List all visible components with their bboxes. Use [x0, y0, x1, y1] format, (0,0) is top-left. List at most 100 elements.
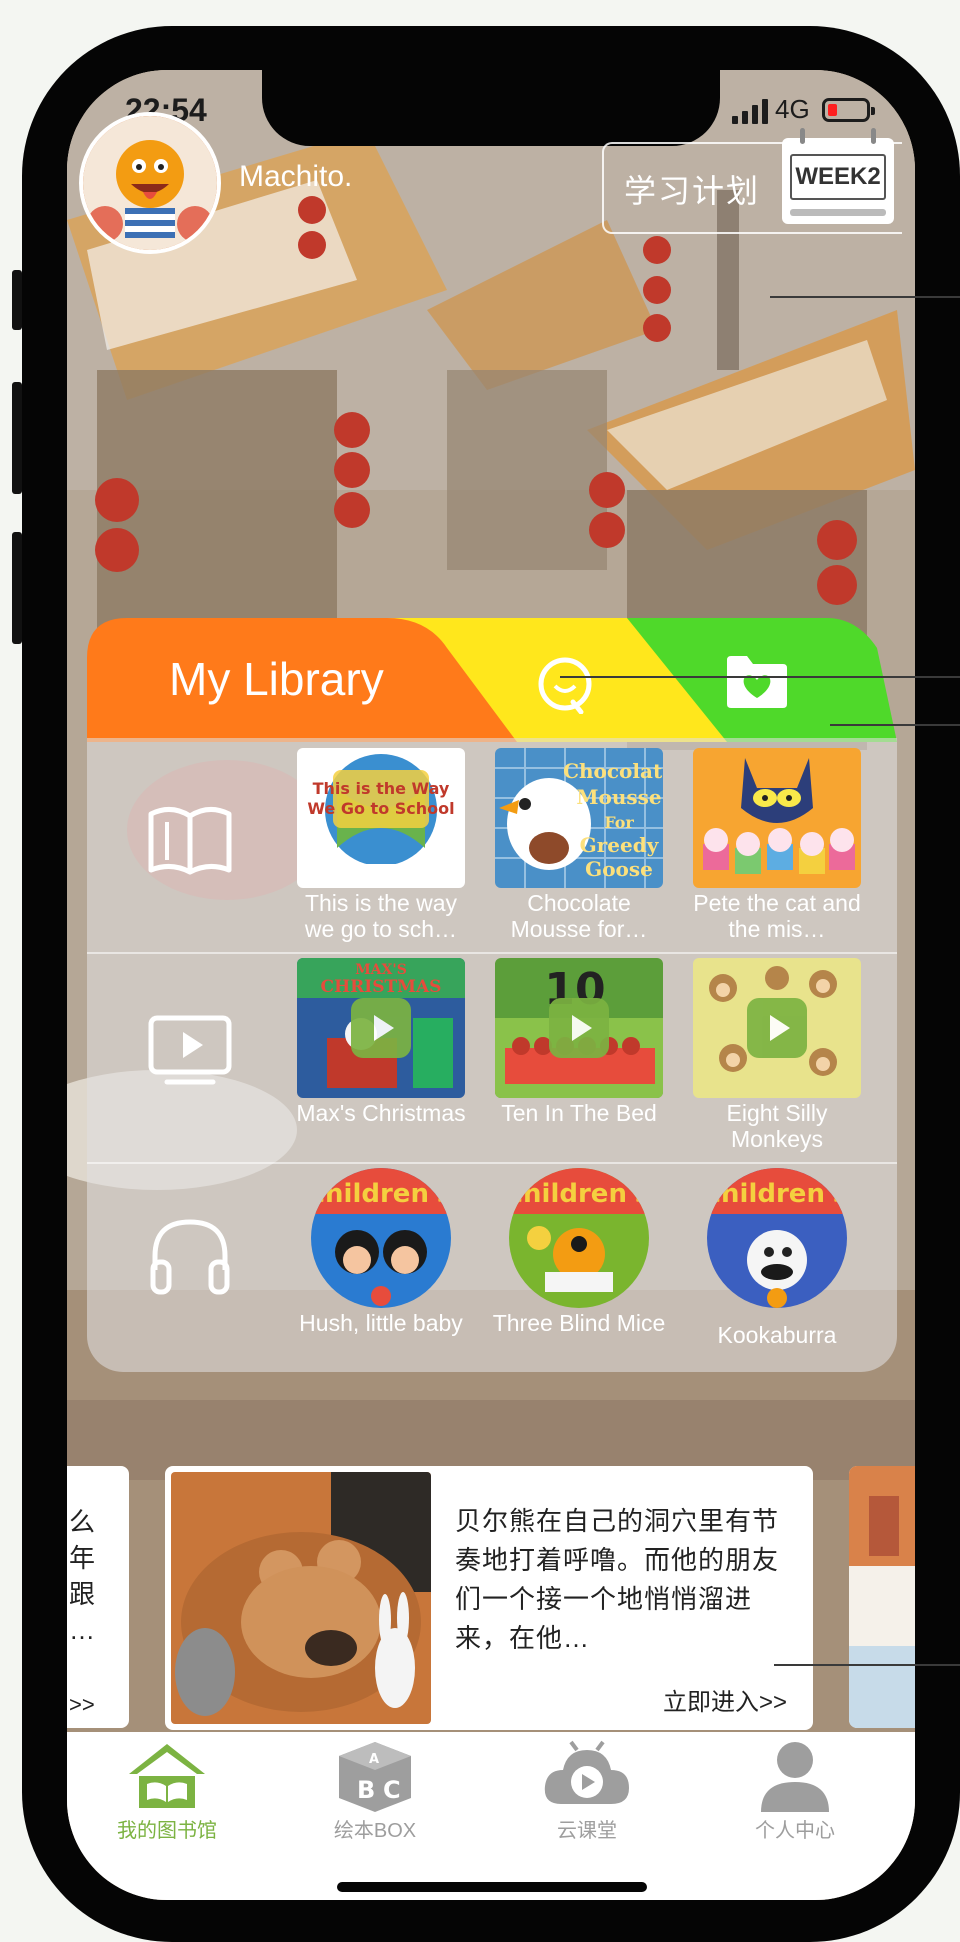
learning-plan-label: 学习计划	[624, 173, 761, 209]
tab-label: 云课堂	[557, 1820, 617, 1842]
tab-label: 我的图书馆	[117, 1820, 217, 1842]
video-item[interactable]: MAX'S CHRISTMAS Max's Christmas	[296, 952, 466, 1152]
volume-up-button	[12, 382, 22, 494]
library-tabs: My Library	[87, 618, 897, 742]
calendar-icon: WEEK2	[782, 128, 894, 224]
headphones-icon[interactable]	[145, 1212, 235, 1302]
app-screen: 22:54 4G Machito. 学习计划 WEEK2 My Library …	[67, 70, 915, 1900]
video-title: Ten In The Bed	[501, 1100, 657, 1126]
library-content: This is the Way We Go to School This is t…	[87, 738, 897, 1372]
story-description: 贝尔熊在自己的洞穴里有节奏地打着呼噜。而他的朋友们一个接一个地悄悄溜进来，在他…	[455, 1506, 780, 1653]
user-icon	[761, 1742, 829, 1812]
svg-text:Goose: Goose	[585, 857, 653, 881]
video-cover: 10	[495, 958, 663, 1098]
annotation-line	[560, 676, 960, 678]
book-title: This is the way we go to sch…	[304, 890, 458, 942]
signal-icon	[732, 98, 768, 124]
annotation-line	[770, 296, 960, 298]
story-card-image	[171, 1472, 431, 1724]
video-cover: MAX'S CHRISTMAS	[297, 958, 465, 1098]
story-carousel[interactable]: 么 年 跟 … >> 贝尔熊在自己的洞穴里有节奏地打着呼噜。而他的朋友们一个接一…	[67, 1466, 915, 1736]
svg-text:children's: children's	[311, 1179, 451, 1209]
video-title: Max's Christmas	[296, 1100, 466, 1126]
abc-blocks-icon: B C A	[339, 1742, 411, 1812]
story-card[interactable]: 贝尔熊在自己的洞穴里有节奏地打着呼噜。而他的朋友们一个接一个地悄悄溜进来，在他……	[165, 1466, 813, 1730]
notch	[262, 70, 720, 146]
enter-now-link[interactable]: 立即进入>>	[663, 1682, 787, 1717]
svg-text:CHRISTMAS: CHRISTMAS	[321, 977, 442, 997]
tab-cloud-class[interactable]: 云课堂	[507, 1740, 667, 1850]
svg-text:B: B	[357, 1776, 375, 1804]
svg-text:C: C	[383, 1776, 401, 1804]
story-card-next[interactable]	[849, 1466, 915, 1728]
my-library-panel: My Library This is the Way We Go to Scho…	[87, 618, 897, 1372]
username: Machito.	[239, 160, 353, 193]
battery-icon	[822, 98, 875, 122]
library-row-videos: MAX'S CHRISTMAS Max's Christmas 10 Ten In…	[87, 952, 897, 1162]
audio-item[interactable]: children's Hush, little baby	[297, 1162, 465, 1362]
library-title[interactable]: My Library	[169, 652, 384, 706]
svg-text:children's: children's	[707, 1179, 847, 1209]
book-cover	[693, 748, 861, 888]
story-card-prev-text: 么 年 跟 …	[69, 1507, 96, 1645]
book-item[interactable]: Pete the cat and the mis…	[693, 742, 861, 942]
tab-label: 个人中心	[755, 1820, 835, 1842]
week-badge: WEEK2	[790, 154, 886, 200]
library-row-audio: children's Hush, little baby children's …	[87, 1162, 897, 1372]
book-title: Pete the cat and the mis…	[693, 890, 861, 942]
library-home-icon	[129, 1744, 205, 1808]
svg-text:Mousse: Mousse	[576, 785, 661, 809]
tab-my-library[interactable]: 我的图书馆	[87, 1740, 247, 1850]
book-cover: This is the Way We Go to School	[297, 748, 465, 888]
svg-text:We Go to School: We Go to School	[307, 799, 454, 818]
svg-text:children's: children's	[509, 1179, 649, 1209]
audio-title: Three Blind Mice	[492, 1310, 666, 1336]
video-cover	[693, 958, 861, 1098]
book-title: Chocolate Mousse for…	[510, 890, 648, 942]
video-item[interactable]: 10 Ten In The Bed	[495, 952, 663, 1152]
audio-title: Hush, little baby	[299, 1310, 463, 1336]
annotation-line	[774, 1664, 960, 1666]
svg-text:This is the Way: This is the Way	[313, 779, 450, 798]
search-icon[interactable]	[535, 654, 595, 714]
video-title: Eight Silly Monkeys	[726, 1100, 828, 1152]
bottom-tab-bar: 我的图书馆 B C A 绘本BOX 云课堂 个人中心	[67, 1732, 915, 1900]
audio-cover: children's	[509, 1168, 649, 1308]
audio-cover: children's	[311, 1168, 451, 1308]
book-cover: ChocolateMousse ForGreedyGoose	[495, 748, 663, 888]
play-icon	[549, 998, 609, 1058]
book-item[interactable]: This is the Way We Go to School This is t…	[297, 742, 465, 942]
phone-frame: 22:54 4G Machito. 学习计划 WEEK2 My Library …	[12, 26, 960, 1942]
learning-plan-button[interactable]: 学习计划 WEEK2	[602, 128, 902, 234]
audio-cover: children's	[707, 1168, 847, 1308]
story-card-prev[interactable]: 么 年 跟 … >>	[67, 1466, 129, 1728]
tab-personal-center[interactable]: 个人中心	[715, 1740, 875, 1850]
home-indicator	[337, 1882, 647, 1892]
story-card-prev-more[interactable]: >>	[69, 1692, 95, 1718]
audio-item[interactable]: children's Three Blind Mice	[493, 1162, 665, 1362]
calendar-bar	[790, 209, 886, 216]
svg-text:For: For	[604, 813, 634, 832]
volume-down-button	[12, 532, 22, 644]
svg-text:Chocolate: Chocolate	[563, 759, 663, 783]
book-item[interactable]: ChocolateMousse ForGreedyGoose Chocolate …	[495, 742, 663, 942]
network-type: 4G	[775, 94, 810, 124]
svg-text:A: A	[369, 1752, 379, 1767]
audio-item[interactable]: children's Kookaburra	[693, 1162, 861, 1362]
tab-label: 绘本BOX	[333, 1820, 417, 1842]
book-icon[interactable]	[145, 792, 235, 882]
video-item[interactable]: Eight Silly Monkeys	[693, 952, 861, 1152]
avatar-illustration	[83, 116, 217, 250]
svg-text:Greedy: Greedy	[580, 833, 660, 857]
mute-switch	[12, 270, 22, 330]
cloud-tv-icon	[544, 1740, 629, 1804]
tv-play-icon[interactable]	[145, 1002, 235, 1092]
annotation-line	[830, 724, 960, 726]
tab-picture-book-box[interactable]: B C A 绘本BOX	[295, 1740, 455, 1850]
folder-heart-icon[interactable]	[723, 652, 791, 710]
audio-title: Kookaburra	[717, 1322, 837, 1348]
play-icon	[747, 998, 807, 1058]
avatar[interactable]	[79, 112, 221, 254]
play-icon	[351, 998, 411, 1058]
calendar-rings	[800, 128, 876, 144]
